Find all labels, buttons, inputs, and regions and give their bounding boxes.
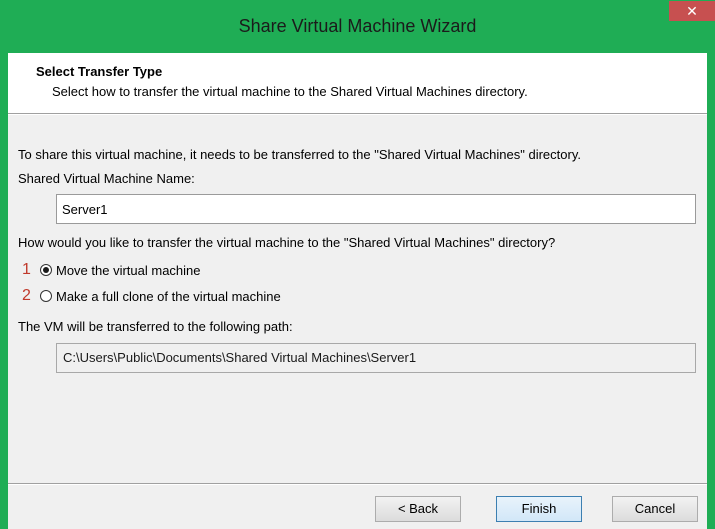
target-path-field: C:\Users\Public\Documents\Shared Virtual…	[56, 343, 696, 373]
clone-radio[interactable]	[40, 290, 52, 302]
move-radio[interactable]	[40, 264, 52, 276]
close-button[interactable]: ✕	[669, 1, 715, 21]
option-move-row[interactable]: 1 Move the virtual machine	[22, 260, 201, 280]
path-label: The VM will be transferred to the follow…	[18, 319, 293, 334]
title-bar[interactable]: Share Virtual Machine Wizard ✕	[0, 0, 715, 52]
footer-divider	[8, 483, 707, 485]
back-button[interactable]: < Back	[375, 496, 461, 522]
header-divider	[8, 113, 707, 115]
clone-radio-label[interactable]: Make a full clone of the virtual machine	[56, 289, 281, 304]
vm-name-input[interactable]	[56, 194, 696, 224]
page-title: Select Transfer Type	[36, 64, 163, 79]
option-clone-row[interactable]: 2 Make a full clone of the virtual machi…	[22, 286, 281, 306]
move-radio-label[interactable]: Move the virtual machine	[56, 263, 201, 278]
cancel-button[interactable]: Cancel	[612, 496, 698, 522]
wizard-client-area: Select Transfer Type Select how to trans…	[8, 53, 707, 529]
window-title: Share Virtual Machine Wizard	[238, 16, 477, 36]
name-field-label: Shared Virtual Machine Name:	[18, 171, 195, 186]
transfer-question: How would you like to transfer the virtu…	[18, 235, 556, 250]
wizard-header: Select Transfer Type Select how to trans…	[8, 53, 707, 113]
option-number: 1	[22, 261, 31, 278]
intro-text: To share this virtual machine, it needs …	[18, 147, 581, 162]
option-number: 2	[22, 287, 31, 304]
close-icon: ✕	[686, 3, 698, 19]
finish-button[interactable]: Finish	[496, 496, 582, 522]
page-subtitle: Select how to transfer the virtual machi…	[52, 84, 528, 99]
